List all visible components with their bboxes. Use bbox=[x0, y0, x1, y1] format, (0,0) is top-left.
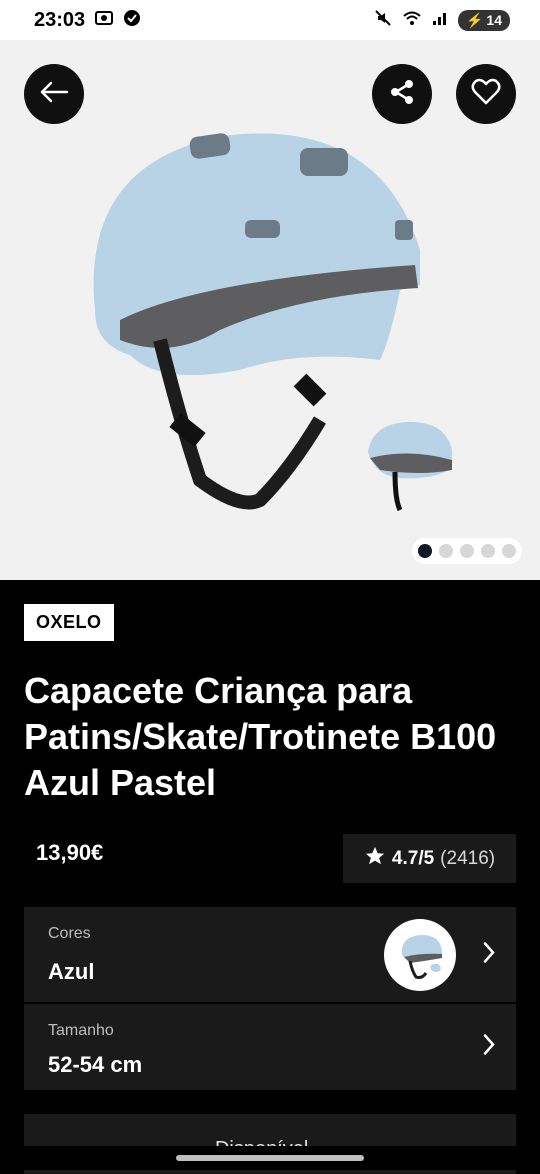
chevron-right-icon bbox=[482, 941, 496, 968]
wifi-icon bbox=[402, 10, 422, 30]
helmet-thumbnail bbox=[401, 934, 442, 979]
product-price: 13,90€ bbox=[36, 840, 104, 865]
share-icon bbox=[388, 78, 416, 111]
battery-icon: ⚡ 14 bbox=[457, 9, 510, 31]
rating-count: (2416) bbox=[440, 847, 496, 869]
battery-level: 14 bbox=[486, 12, 502, 28]
product-image-gallery[interactable] bbox=[0, 40, 540, 580]
gallery-dot[interactable] bbox=[502, 544, 516, 558]
status-right: ⚡ 14 bbox=[374, 9, 510, 31]
rating-badge[interactable]: 4.7/5 (2416) bbox=[343, 834, 516, 883]
size-value: 52-54 cm bbox=[48, 1052, 143, 1077]
back-arrow-icon bbox=[39, 80, 69, 109]
gallery-pagination[interactable] bbox=[412, 538, 522, 564]
back-button[interactable] bbox=[24, 64, 84, 124]
gallery-dot[interactable] bbox=[481, 544, 495, 558]
gallery-dot[interactable] bbox=[439, 544, 453, 558]
status-left: 23:03 bbox=[34, 9, 141, 32]
size-selector[interactable]: Tamanho 52-54 cm bbox=[24, 1004, 516, 1090]
check-circle-icon bbox=[123, 9, 141, 31]
chevron-right-icon bbox=[482, 1034, 496, 1061]
navigation-gesture-bar[interactable] bbox=[0, 1146, 540, 1170]
gesture-handle[interactable] bbox=[176, 1155, 364, 1161]
size-label: Tamanho bbox=[48, 1022, 114, 1039]
brand-badge[interactable]: OXELO bbox=[24, 604, 114, 641]
color-selector[interactable]: Cores Azul bbox=[24, 907, 516, 1002]
product-title: Capacete Criança para Patins/Skate/Troti… bbox=[24, 670, 497, 803]
bolt-icon: ⚡ bbox=[465, 11, 484, 28]
mute-icon bbox=[374, 9, 392, 31]
gallery-dot[interactable] bbox=[460, 544, 474, 558]
star-icon bbox=[364, 845, 386, 873]
gallery-dot[interactable] bbox=[418, 544, 432, 558]
screenshot-icon bbox=[95, 10, 114, 30]
status-time: 23:03 bbox=[34, 8, 86, 31]
favorite-button[interactable] bbox=[456, 64, 516, 124]
colors-label: Cores bbox=[48, 925, 91, 942]
colors-value: Azul bbox=[48, 959, 95, 984]
color-swatch[interactable] bbox=[384, 919, 456, 991]
rating-score: 4.7/5 bbox=[391, 847, 435, 869]
status-bar: 23:03 ⚡ 14 bbox=[0, 0, 540, 40]
helmet-image bbox=[93, 133, 452, 512]
signal-icon bbox=[432, 10, 448, 30]
share-button[interactable] bbox=[372, 64, 432, 124]
heart-icon bbox=[471, 78, 501, 111]
